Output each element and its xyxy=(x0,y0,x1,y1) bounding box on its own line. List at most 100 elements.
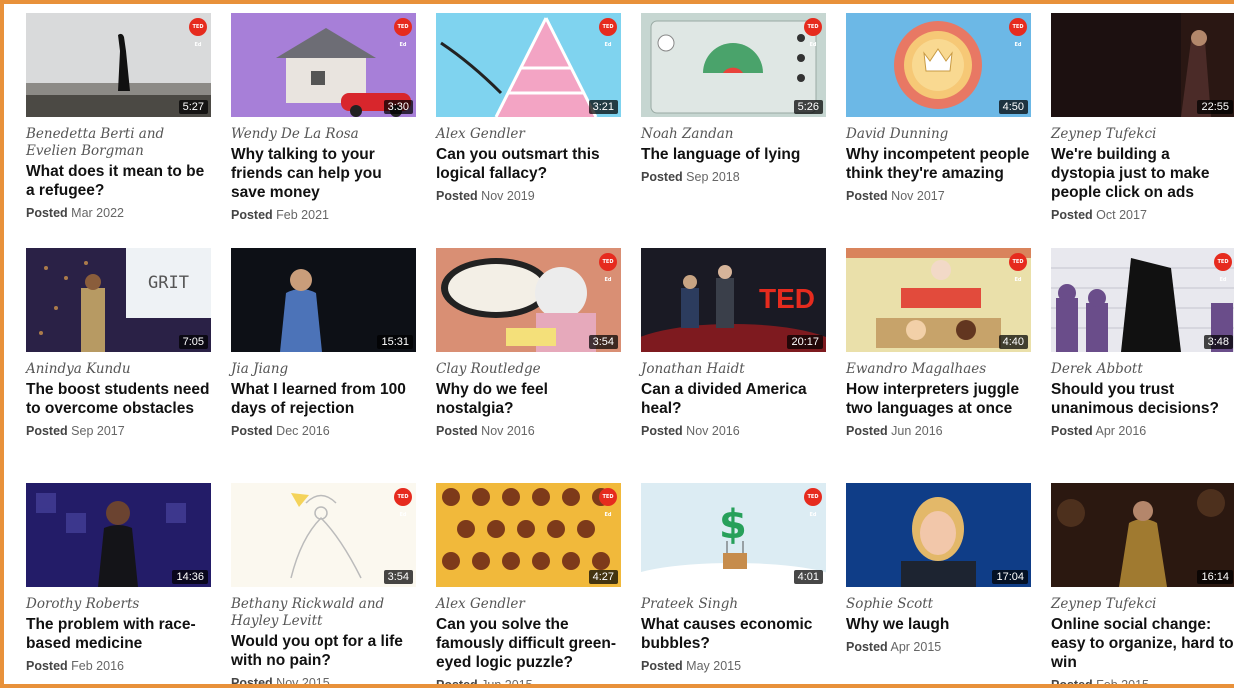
talk-card-1-1[interactable]: 15:31 Jia Jiang What I learned from 100 … xyxy=(231,248,416,483)
posted-date-value: Feb 2021 xyxy=(276,208,329,222)
talk-thumbnail[interactable]: TED Ed 4:50 xyxy=(846,13,1031,117)
posted-date: Posted Nov 2015 xyxy=(231,675,416,684)
talk-title[interactable]: Can you outsmart this logical fallacy? xyxy=(436,145,621,183)
posted-label: Posted xyxy=(641,424,683,438)
ted-ed-badge-icon: TED Ed xyxy=(599,253,617,283)
talk-card-1-5[interactable]: TED Ed 3:48 Derek Abbott Should you trus… xyxy=(1051,248,1234,483)
talk-card-2-4[interactable]: 17:04 Sophie Scott Why we laugh Posted A… xyxy=(846,483,1031,684)
talk-title[interactable]: We're building a dystopia just to make p… xyxy=(1051,145,1234,202)
posted-date: Posted Nov 2017 xyxy=(846,188,1031,204)
talk-card-2-0[interactable]: 14:36 Dorothy Roberts The problem with r… xyxy=(26,483,211,684)
speaker-name[interactable]: Benedetta Berti and Evelien Borgman xyxy=(26,126,211,160)
talk-card-0-4[interactable]: TED Ed 4:50 David Dunning Why incompeten… xyxy=(846,13,1031,248)
posted-label: Posted xyxy=(231,424,273,438)
talk-card-1-4[interactable]: TED Ed 4:40 Ewandro Magalhaes How interp… xyxy=(846,248,1031,483)
talk-card-2-5[interactable]: 16:14 Zeynep Tufekci Online social chang… xyxy=(1051,483,1234,684)
talk-card-0-3[interactable]: TED Ed 5:26 Noah Zandan The language of … xyxy=(641,13,826,248)
talk-card-2-2[interactable]: TED Ed 4:27 Alex Gendler Can you solve t… xyxy=(436,483,621,684)
talk-title[interactable]: The boost students need to overcome obst… xyxy=(26,380,211,418)
talk-thumbnail[interactable]: TED Ed 3:21 xyxy=(436,13,621,117)
ted-ed-badge-icon: TED Ed xyxy=(394,18,412,48)
posted-date-value: Nov 2017 xyxy=(891,189,945,203)
speaker-name[interactable]: David Dunning xyxy=(846,126,1031,143)
talk-thumbnail[interactable]: TED Ed 4:27 xyxy=(436,483,621,587)
talk-title[interactable]: Why incompetent people think they're ama… xyxy=(846,145,1031,183)
talk-thumbnail[interactable]: TED Ed 3:54 xyxy=(436,248,621,352)
video-duration: 4:27 xyxy=(588,570,618,584)
talk-title[interactable]: The language of lying xyxy=(641,145,826,164)
speaker-name[interactable]: Alex Gendler xyxy=(436,596,621,613)
posted-label: Posted xyxy=(846,640,888,654)
talk-thumbnail[interactable]: $ TED Ed 4:01 xyxy=(641,483,826,587)
speaker-name[interactable]: Zeynep Tufekci xyxy=(1051,126,1234,143)
posted-label: Posted xyxy=(1051,424,1093,438)
talk-title[interactable]: Should you trust unanimous decisions? xyxy=(1051,380,1234,418)
talk-title[interactable]: Can you solve the famously difficult gre… xyxy=(436,615,621,672)
posted-date: Posted Oct 2017 xyxy=(1051,207,1234,223)
speaker-name[interactable]: Noah Zandan xyxy=(641,126,826,143)
posted-date: Posted Jun 2015 xyxy=(436,677,621,684)
speaker-name[interactable]: Prateek Singh xyxy=(641,596,826,613)
talk-card-1-3[interactable]: TED 20:17 Jonathan Haidt Can a divided A… xyxy=(641,248,826,483)
speaker-name[interactable]: Anindya Kundu xyxy=(26,361,211,378)
speaker-name[interactable]: Jonathan Haidt xyxy=(641,361,826,378)
talk-title[interactable]: What does it mean to be a refugee? xyxy=(26,162,211,200)
speaker-name[interactable]: Derek Abbott xyxy=(1051,361,1234,378)
posted-date: Posted Apr 2015 xyxy=(846,639,1031,655)
page-frame: TED Ed 5:27 Benedetta Berti and Evelien … xyxy=(0,0,1234,688)
talk-card-0-2[interactable]: TED Ed 3:21 Alex Gendler Can you outsmar… xyxy=(436,13,621,248)
speaker-name[interactable]: Dorothy Roberts xyxy=(26,596,211,613)
talk-title[interactable]: Would you opt for a life with no pain? xyxy=(231,632,416,670)
talk-thumbnail[interactable]: 15:31 xyxy=(231,248,416,352)
talk-title[interactable]: Why do we feel nostalgia? xyxy=(436,380,621,418)
talk-thumbnail[interactable]: 22:55 xyxy=(1051,13,1234,117)
speaker-name[interactable]: Bethany Rickwald and Hayley Levitt xyxy=(231,596,416,630)
talk-card-0-5[interactable]: 22:55 Zeynep Tufekci We're building a dy… xyxy=(1051,13,1234,248)
speaker-name[interactable]: Wendy De La Rosa xyxy=(231,126,416,143)
speaker-name[interactable]: Sophie Scott xyxy=(846,596,1031,613)
video-duration: 22:55 xyxy=(1197,100,1233,114)
talk-title[interactable]: Why we laugh xyxy=(846,615,1031,634)
talk-thumbnail[interactable]: TED Ed 4:40 xyxy=(846,248,1031,352)
talk-card-1-0[interactable]: GRIT 7:05 Anindya Kundu The boost studen… xyxy=(26,248,211,483)
video-duration: 15:31 xyxy=(377,335,413,349)
speaker-name[interactable]: Jia Jiang xyxy=(231,361,416,378)
video-duration: 5:27 xyxy=(178,100,208,114)
speaker-name[interactable]: Ewandro Magalhaes xyxy=(846,361,1031,378)
talk-thumbnail[interactable]: TED Ed 3:54 xyxy=(231,483,416,587)
posted-date-value: Sep 2018 xyxy=(686,170,740,184)
talk-thumbnail[interactable]: TED Ed 3:48 xyxy=(1051,248,1234,352)
talk-title[interactable]: Online social change: easy to organize, … xyxy=(1051,615,1234,672)
talk-title[interactable]: The problem with race-based medicine xyxy=(26,615,211,653)
thumbnail-caption: GRIT xyxy=(148,273,189,293)
talk-thumbnail[interactable]: TED 20:17 xyxy=(641,248,826,352)
speaker-name[interactable]: Clay Routledge xyxy=(436,361,621,378)
talk-card-0-1[interactable]: TED Ed 3:30 Wendy De La Rosa Why talking… xyxy=(231,13,416,248)
talk-title[interactable]: What causes economic bubbles? xyxy=(641,615,826,653)
posted-label: Posted xyxy=(846,189,888,203)
talk-card-0-0[interactable]: TED Ed 5:27 Benedetta Berti and Evelien … xyxy=(26,13,211,248)
posted-label: Posted xyxy=(436,189,478,203)
posted-date: Posted Sep 2018 xyxy=(641,169,826,185)
talk-card-2-3[interactable]: $ TED Ed 4:01 Prateek Singh What causes … xyxy=(641,483,826,684)
talk-card-1-2[interactable]: TED Ed 3:54 Clay Routledge Why do we fee… xyxy=(436,248,621,483)
talk-thumbnail[interactable]: 17:04 xyxy=(846,483,1031,587)
talk-title[interactable]: How interpreters juggle two languages at… xyxy=(846,380,1031,418)
speaker-name[interactable]: Zeynep Tufekci xyxy=(1051,596,1234,613)
talk-thumbnail[interactable]: TED Ed 3:30 xyxy=(231,13,416,117)
talk-thumbnail[interactable]: 14:36 xyxy=(26,483,211,587)
talk-title[interactable]: Can a divided America heal? xyxy=(641,380,826,418)
talk-thumbnail[interactable]: TED Ed 5:26 xyxy=(641,13,826,117)
ted-ed-badge-icon: TED Ed xyxy=(1009,253,1027,283)
talk-thumbnail[interactable]: GRIT 7:05 xyxy=(26,248,211,352)
talk-thumbnail[interactable]: 16:14 xyxy=(1051,483,1234,587)
ted-ed-badge-icon: TED Ed xyxy=(599,488,617,518)
talk-title[interactable]: What I learned from 100 days of rejectio… xyxy=(231,380,416,418)
posted-date: Posted Feb 2016 xyxy=(26,658,211,674)
talk-title[interactable]: Why talking to your friends can help you… xyxy=(231,145,416,202)
speaker-name[interactable]: Alex Gendler xyxy=(436,126,621,143)
video-duration: 4:01 xyxy=(793,570,823,584)
posted-date: Posted Mar 2022 xyxy=(26,205,211,221)
talk-thumbnail[interactable]: TED Ed 5:27 xyxy=(26,13,211,117)
talk-card-2-1[interactable]: TED Ed 3:54 Bethany Rickwald and Hayley … xyxy=(231,483,416,684)
